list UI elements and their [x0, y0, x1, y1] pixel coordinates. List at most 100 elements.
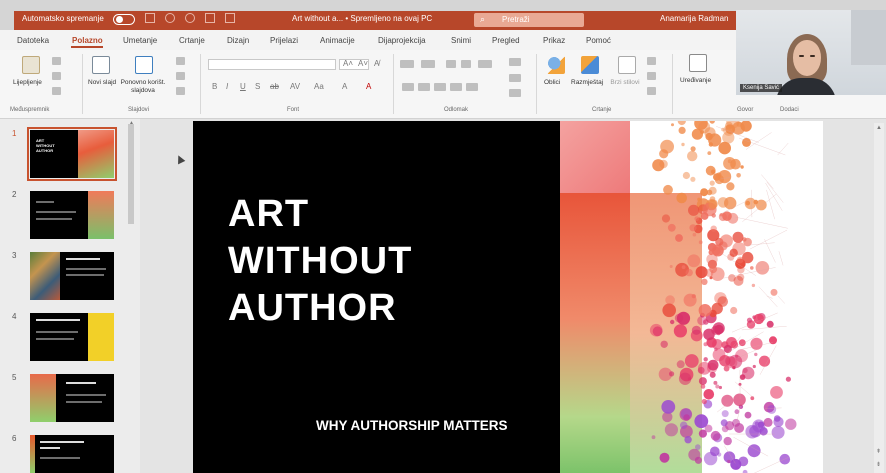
slide-title-line[interactable]: WITHOUT: [228, 240, 412, 283]
layout-icon[interactable]: [176, 57, 185, 65]
slide-title-line[interactable]: ART: [228, 193, 309, 236]
artwork-dot: [740, 165, 744, 169]
text-direction-icon[interactable]: [509, 58, 521, 66]
paste-icon[interactable]: [22, 56, 40, 74]
slide-title-line[interactable]: AUTHOR: [228, 287, 397, 330]
present-icon[interactable]: [205, 13, 215, 23]
tab-record[interactable]: Snimi: [451, 36, 471, 45]
increase-font-icon[interactable]: A˄: [343, 59, 353, 68]
increase-indent-icon[interactable]: [461, 60, 471, 68]
tab-view[interactable]: Prikaz: [543, 36, 565, 45]
tab-animations[interactable]: Animacije: [320, 36, 355, 45]
align-text-icon[interactable]: [509, 74, 521, 82]
tab-help[interactable]: Pomoć: [586, 36, 611, 45]
tab-home[interactable]: Polazno: [72, 36, 103, 45]
smartart-icon[interactable]: [509, 89, 521, 97]
artwork-line: [766, 189, 775, 220]
columns-icon[interactable]: [466, 83, 478, 91]
font-color-button[interactable]: A: [366, 82, 371, 91]
shape-outline-icon[interactable]: [647, 72, 656, 80]
artwork-dot: [785, 418, 797, 430]
spacing-button[interactable]: AV: [290, 82, 300, 91]
paste-label[interactable]: Lijepljenje: [13, 79, 42, 86]
new-slide-label[interactable]: Novi slajd: [88, 79, 116, 86]
reuse-slides-label[interactable]: Ponovno korišt. slajdova: [116, 79, 170, 95]
tab-draw[interactable]: Crtanje: [179, 36, 205, 45]
active-tab-indicator: [71, 46, 103, 48]
slide-thumbnail-1[interactable]: ART WITHOUT AUTHOR: [27, 127, 117, 181]
quick-styles-icon[interactable]: [618, 56, 636, 74]
align-left-icon[interactable]: [402, 83, 414, 91]
slide-thumbnail-3[interactable]: [30, 252, 114, 300]
undo-icon[interactable]: [165, 13, 175, 23]
previous-slide-icon[interactable]: ⇞: [876, 448, 881, 455]
justify-icon[interactable]: [450, 83, 462, 91]
copy-icon[interactable]: [52, 72, 61, 80]
arrange-label[interactable]: Razmještaj: [571, 79, 603, 86]
search-input[interactable]: ⌕ Pretraži: [474, 13, 584, 27]
arrange-icon[interactable]: [581, 56, 599, 74]
shapes-icon[interactable]: [547, 56, 565, 74]
artwork-dot: [649, 323, 663, 337]
reuse-slides-icon[interactable]: [135, 56, 153, 74]
highlight-button[interactable]: A: [342, 82, 347, 91]
slide-thumbnail-2[interactable]: [30, 191, 114, 239]
italic-button[interactable]: I: [226, 82, 228, 91]
tab-transitions[interactable]: Prijelazi: [270, 36, 298, 45]
shapes-label[interactable]: Oblici: [544, 79, 560, 86]
artwork-dot: [701, 278, 708, 285]
artwork-dot: [749, 425, 762, 438]
bold-button[interactable]: B: [212, 82, 217, 91]
next-slide-icon[interactable]: ⇟: [876, 461, 881, 468]
thumbnails-scrollbar[interactable]: [128, 124, 134, 224]
slide-vertical-scrollbar[interactable]: ▲ ⇞ ⇟: [874, 123, 884, 473]
bullets-icon[interactable]: [400, 60, 414, 68]
artwork-dot: [703, 319, 709, 325]
current-slide[interactable]: ART WITHOUT AUTHOR WHY AUTHORSHIP MATTER…: [193, 121, 823, 473]
shape-fill-icon[interactable]: [647, 57, 656, 65]
clear-format-icon[interactable]: A̸: [374, 59, 379, 68]
font-name-dropdown[interactable]: [208, 59, 336, 70]
slide-thumbnail-4[interactable]: [30, 313, 114, 361]
save-icon[interactable]: [145, 13, 155, 23]
artwork-dot: [687, 150, 698, 162]
underline-button[interactable]: U: [240, 82, 246, 91]
slide-subtitle[interactable]: WHY AUTHORSHIP MATTERS: [316, 418, 508, 433]
slide-thumbnail-5[interactable]: [30, 374, 114, 422]
cut-icon[interactable]: [52, 57, 61, 65]
reset-icon[interactable]: [176, 72, 185, 80]
tab-design[interactable]: Dizajn: [227, 36, 249, 45]
shape-effects-icon[interactable]: [647, 87, 656, 95]
decrease-indent-icon[interactable]: [446, 60, 456, 68]
section-icon[interactable]: [176, 87, 185, 95]
editing-label[interactable]: Uređivanje: [680, 77, 711, 84]
new-slide-icon[interactable]: [92, 56, 110, 74]
find-icon[interactable]: [689, 54, 707, 72]
user-name[interactable]: Anamarija Radman: [660, 14, 728, 23]
align-center-icon[interactable]: [418, 83, 430, 91]
thumbnail-text-line: [66, 274, 104, 276]
artwork-dot: [681, 265, 686, 270]
thumbnail-text-line: [36, 331, 78, 333]
change-case-button[interactable]: Aa: [314, 82, 324, 91]
numbering-icon[interactable]: [421, 60, 435, 68]
tab-review[interactable]: Pregled: [492, 36, 520, 45]
artwork-dot: [758, 355, 771, 367]
scroll-up-icon[interactable]: ▲: [876, 125, 882, 131]
tab-slideshow[interactable]: Dijaprojekcija: [378, 36, 426, 45]
customize-qat-icon[interactable]: [225, 13, 235, 23]
tab-insert[interactable]: Umetanje: [123, 36, 157, 45]
slide-thumbnail-6[interactable]: [30, 435, 114, 473]
strikethrough-button[interactable]: ab: [270, 82, 279, 91]
align-right-icon[interactable]: [434, 83, 446, 91]
shadow-button[interactable]: S: [255, 82, 260, 91]
redo-icon[interactable]: [185, 13, 195, 23]
autosave-toggle[interactable]: [113, 14, 135, 25]
quick-styles-label[interactable]: Brzi stilovi: [610, 79, 640, 87]
decrease-font-icon[interactable]: A˅: [358, 59, 368, 68]
tab-file[interactable]: Datoteka: [17, 36, 49, 45]
format-painter-icon[interactable]: [52, 87, 61, 95]
artwork-dot: [698, 429, 707, 438]
line-spacing-icon[interactable]: [478, 60, 492, 68]
artwork-dot: [752, 364, 756, 369]
